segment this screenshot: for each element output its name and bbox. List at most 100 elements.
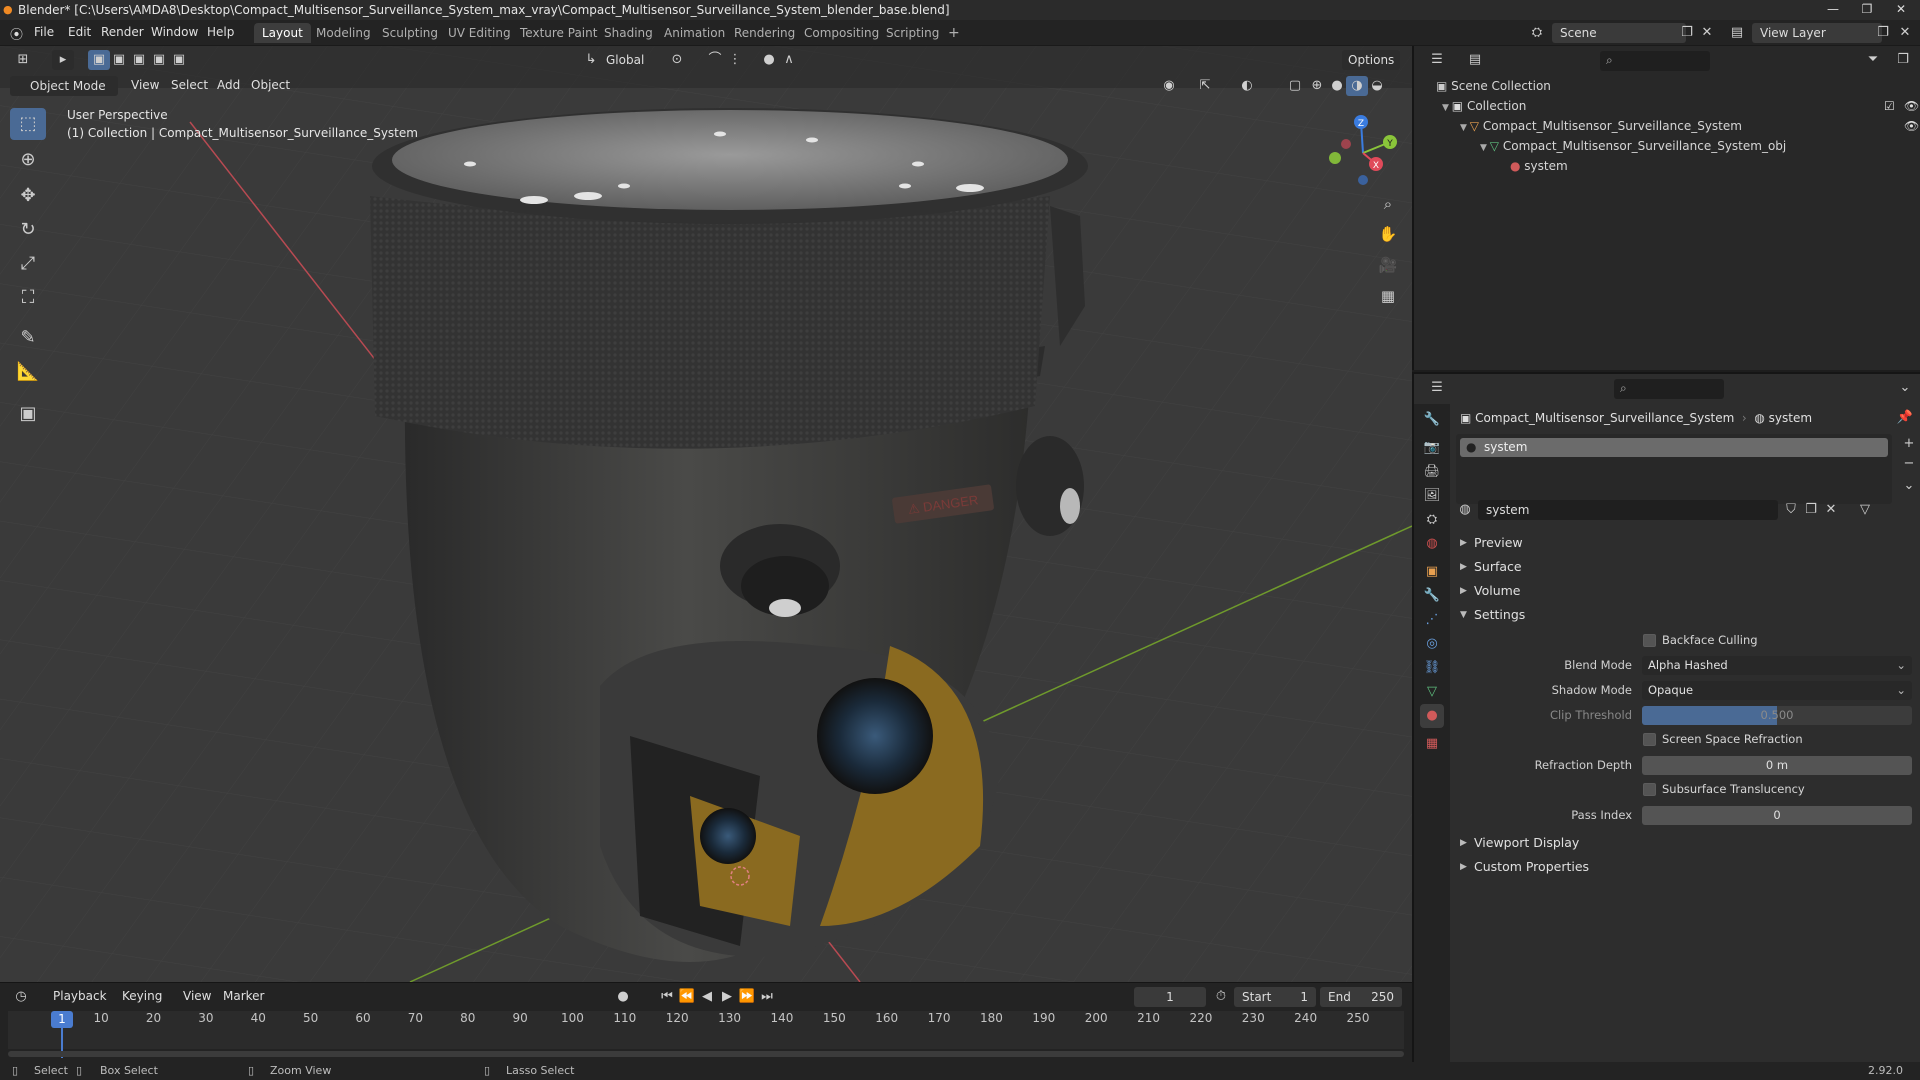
current-frame-field[interactable]: 1 — [1134, 987, 1206, 1007]
navigation-gizmo[interactable]: Z Y X — [1318, 108, 1408, 198]
3d-viewport[interactable]: ⚠ DANGER — [0, 46, 1412, 982]
scale-tool-icon[interactable]: ⤢ — [10, 248, 46, 280]
slot-specials-icon[interactable]: ⌄ — [1898, 476, 1920, 496]
unlink-material-icon[interactable]: ✕ — [1820, 500, 1842, 520]
pass-index-field[interactable]: 0 — [1642, 806, 1912, 825]
add-cube-tool-icon[interactable]: ▣ — [10, 398, 46, 430]
timeline-ruler[interactable]: 1102030405060708090100110120130140150160… — [8, 1011, 1404, 1058]
filter-icon[interactable]: ⏷ — [1862, 50, 1884, 70]
tab-shading[interactable]: Shading — [596, 23, 661, 43]
visibility-eye-icon[interactable]: 👁 — [1904, 96, 1919, 116]
solid-shading-icon[interactable]: ● — [1326, 76, 1348, 96]
visibility-eye-icon[interactable]: 👁 — [1904, 116, 1919, 136]
outliner-editor-type-icon[interactable]: ☰ — [1426, 50, 1448, 70]
output-tab-icon[interactable]: 🖨 — [1420, 460, 1444, 484]
play-icon[interactable]: ▶ — [716, 987, 738, 1007]
falloff-icon[interactable]: ∧ — [778, 50, 800, 70]
delete-scene-icon[interactable]: ✕ — [1696, 23, 1718, 43]
viewport-scene[interactable]: ⚠ DANGER — [0, 46, 1412, 982]
tab-compositing[interactable]: Compositing — [796, 23, 887, 43]
xray-icon[interactable]: ▢ — [1284, 76, 1306, 96]
tab-rendering[interactable]: Rendering — [726, 23, 803, 43]
transform-orientation-select[interactable]: Global — [600, 50, 660, 70]
add-slot-icon[interactable]: + — [1898, 434, 1920, 454]
view-layer-tab-icon[interactable]: 🖼 — [1420, 484, 1444, 508]
timeline-menu-marker[interactable]: Marker — [223, 989, 264, 1003]
select-tool-icon[interactable]: ▸ — [52, 50, 74, 70]
shadow-mode-select[interactable]: Opaque ⌄ — [1642, 681, 1912, 700]
properties-search-input[interactable] — [1614, 379, 1724, 399]
options-dropdown[interactable]: Options — [1342, 50, 1401, 70]
browse-material-icon[interactable]: ◍ — [1454, 500, 1476, 520]
duplicate-material-icon[interactable]: ❐ — [1800, 500, 1822, 520]
scene-tab-icon[interactable]: ⛭ — [1420, 508, 1444, 532]
start-frame-field[interactable]: Start 1 — [1234, 987, 1316, 1007]
minimize-button[interactable]: — — [1818, 0, 1848, 20]
data-tab-icon[interactable]: ▽ — [1420, 680, 1444, 704]
expand-arrow-icon[interactable]: ▼ — [1442, 103, 1452, 113]
editor-type-icon[interactable]: ⊞ — [12, 50, 34, 70]
new-view-layer-icon[interactable]: ❐ — [1872, 23, 1894, 43]
panel-settings[interactable]: ▼ Settings — [1450, 604, 1920, 626]
maximize-button[interactable]: ❐ — [1852, 0, 1882, 20]
constraints-tab-icon[interactable]: ⛓ — [1420, 656, 1444, 680]
render-tab-icon[interactable]: 📷 — [1420, 436, 1444, 460]
tab-scripting[interactable]: Scripting — [878, 23, 947, 43]
material-slot-list[interactable]: ● system — [1456, 434, 1892, 504]
view-layer-selector-icon[interactable]: ▤ — [1726, 23, 1748, 43]
preview-range-icon[interactable]: ⏱ — [1210, 987, 1232, 1007]
tree-item-mesh-data[interactable]: ▼ ▽ Compact_Multisensor_Surveillance_Sys… — [1480, 136, 1786, 156]
panel-surface[interactable]: ▶ Surface — [1450, 556, 1920, 578]
orientation-icon[interactable]: ↳ — [580, 50, 602, 70]
scene-field[interactable]: Scene — [1552, 23, 1686, 43]
timeline-menu-playback[interactable]: Playback — [53, 989, 107, 1003]
tab-uv-editing[interactable]: UV Editing — [440, 23, 519, 43]
select-new-icon[interactable]: ▣ — [88, 50, 110, 70]
tree-item-empty-object[interactable]: ▼ ▽ Compact_Multisensor_Surveillance_Sys… — [1460, 116, 1920, 136]
link-mode-icon[interactable]: ▽ — [1854, 500, 1876, 520]
menu-file[interactable]: File — [34, 25, 54, 39]
remove-slot-icon[interactable]: − — [1898, 454, 1920, 474]
fake-user-icon[interactable]: ⛉ — [1780, 500, 1802, 520]
viewport-menu-add[interactable]: Add — [217, 78, 240, 92]
world-tab-icon[interactable]: ◍ — [1420, 532, 1444, 556]
add-workspace-button[interactable]: + — [940, 23, 968, 43]
menu-render[interactable]: Render — [101, 25, 144, 39]
material-name-field[interactable]: system — [1478, 500, 1778, 520]
transform-tool-icon[interactable]: ⛶ — [10, 282, 46, 314]
expand-arrow-icon[interactable]: ▼ — [1480, 143, 1490, 153]
jump-keyframe-back-icon[interactable]: ⏪ — [676, 987, 698, 1007]
object-tab-icon[interactable]: ▣ — [1420, 560, 1444, 584]
panel-volume[interactable]: ▶ Volume — [1450, 580, 1920, 602]
particles-tab-icon[interactable]: ⋰ — [1420, 608, 1444, 632]
tree-item-collection[interactable]: ▼ ▣ Collection ☑ 👁 — [1442, 96, 1920, 116]
blender-menu-icon[interactable]: ⦿ — [10, 24, 23, 43]
jump-keyframe-forward-icon[interactable]: ⏩ — [736, 987, 758, 1007]
delete-view-layer-icon[interactable]: ✕ — [1894, 23, 1916, 43]
clip-threshold-slider[interactable]: 0.500 — [1642, 706, 1912, 725]
new-scene-icon[interactable]: ❐ — [1676, 23, 1698, 43]
wireframe-shading-icon[interactable]: ⊕ — [1306, 76, 1328, 96]
timeline-scrollbar[interactable] — [8, 1051, 1404, 1057]
annotate-tool-icon[interactable]: ✎ — [10, 322, 46, 354]
proportional-edit-icon[interactable]: ● — [758, 50, 780, 70]
tab-texture-paint[interactable]: Texture Paint — [512, 23, 605, 43]
zoom-view-icon[interactable]: ⌕ — [1374, 190, 1402, 218]
blend-mode-select[interactable]: Alpha Hashed ⌄ — [1642, 656, 1912, 675]
move-tool-icon[interactable]: ✥ — [10, 180, 46, 212]
select-invert-icon[interactable]: ▣ — [148, 50, 170, 70]
timeline-menu-keying[interactable]: Keying — [122, 989, 162, 1003]
gizmo-toggle-icon[interactable]: ⇱ — [1194, 76, 1216, 96]
measure-tool-icon[interactable]: 📐 — [10, 356, 46, 388]
texture-tab-icon[interactable]: ▦ — [1420, 732, 1444, 756]
exclude-checkbox-icon[interactable]: ☑ — [1884, 96, 1895, 116]
camera-view-icon[interactable]: 🎥 — [1374, 251, 1402, 279]
pin-icon[interactable]: 📌 — [1894, 408, 1916, 428]
panel-viewport-display[interactable]: ▶ Viewport Display — [1450, 832, 1920, 854]
pivot-point-icon[interactable]: ⊙ — [666, 50, 688, 70]
expand-arrow-icon[interactable]: ▼ — [1460, 123, 1470, 133]
rendered-shading-icon[interactable]: ◒ — [1366, 76, 1388, 96]
viewport-menu-view[interactable]: View — [131, 78, 159, 92]
close-button[interactable]: ✕ — [1886, 0, 1916, 20]
tool-tab-icon[interactable]: 🔧 — [1420, 408, 1444, 432]
